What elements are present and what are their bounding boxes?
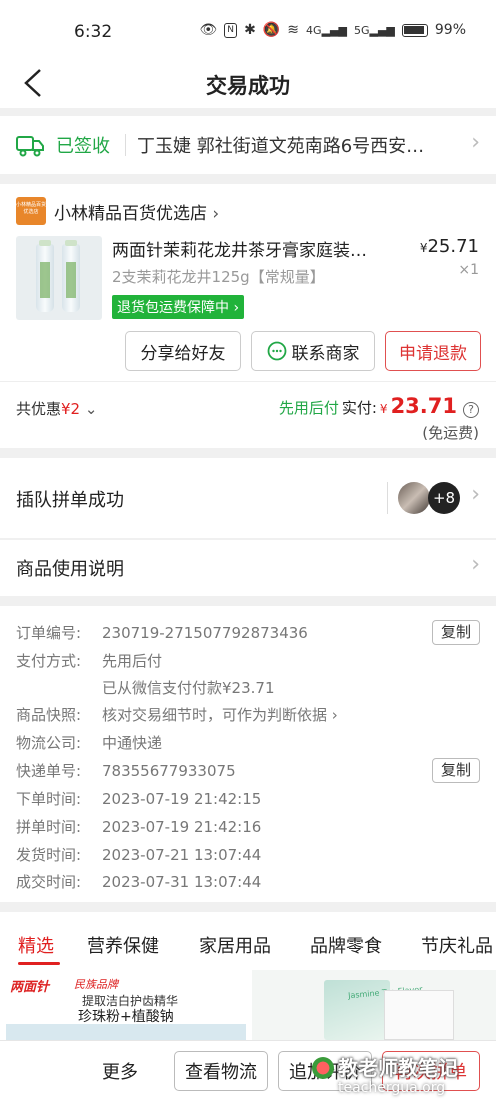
category-tabs: 精选 营养保健 家居用品 品牌零食 节庆礼品 [0, 912, 496, 970]
chevron-right-icon: › [471, 552, 480, 577]
view-logistics-button[interactable]: 查看物流 [174, 1051, 268, 1091]
usage-instructions-row[interactable]: 商品使用说明 › [0, 540, 496, 596]
shop-logo[interactable]: 小林精品百货优选店 [16, 197, 46, 225]
copy-order-no-button[interactable]: 复制 [432, 620, 480, 645]
usage-label: 商品使用说明 [16, 559, 124, 580]
battery-icon [401, 23, 428, 37]
share-button[interactable]: 分享给好友 [125, 331, 241, 371]
contact-seller-button[interactable]: 联系商家 [251, 331, 375, 371]
recommendation-strip: 两面针 民族品牌 提取洁白护齿精华 珍珠粉+植酸钠 Jasmine Tea Fl… [0, 970, 496, 1040]
divider [125, 134, 126, 156]
battery-percent: 99% [434, 22, 466, 38]
copy-tracking-no-button[interactable]: 复制 [432, 758, 480, 783]
page-title: 交易成功 [206, 74, 290, 98]
signal-icon-4g: 4G▂▄▆ [306, 23, 347, 37]
tab-nutrition[interactable]: 营养保健 [87, 932, 159, 958]
more-members-badge: +8 [428, 482, 460, 514]
tab-home[interactable]: 家居用品 [199, 932, 271, 958]
watermark-text: 教老师教笔记 [338, 1056, 458, 1080]
more-button[interactable]: 更多 [88, 1051, 152, 1091]
shop-name[interactable]: 小林精品百货优选店 › [54, 199, 219, 224]
eye-icon: 👁 [199, 22, 218, 38]
group-buy-card[interactable]: 插队拼单成功 +8 › [0, 458, 496, 538]
product-title[interactable]: 两面针茉莉花龙井茶牙膏家庭装… [112, 236, 400, 261]
recommendation-item[interactable]: 两面针 民族品牌 提取洁白护齿精华 珍珠粉+植酸钠 [6, 970, 246, 1040]
paid-amount: 23.71 [390, 394, 457, 418]
pay-later-label: 先用后付 [278, 399, 339, 417]
tab-gifts[interactable]: 节庆礼品 [421, 932, 493, 958]
status-bar: 6:32 👁 N ✱ 🔕 ≋ 4G▂▄▆ 5G▂▄▆ 99% [0, 0, 496, 60]
info-row-order-time: 下单时间: 2023-07-19 21:42:15 [16, 790, 262, 808]
chevron-right-icon: › [471, 482, 480, 507]
info-row-ship-time: 发货时间: 2023-07-21 13:07:44 [16, 846, 262, 864]
divider [387, 482, 388, 514]
info-row-order-no: 订单编号: 230719-271507792873436 [16, 624, 308, 642]
tab-featured[interactable]: 精选 [18, 932, 54, 958]
paid-amount-row: 先用后付 实付: ¥ 23.71 ? [279, 394, 479, 418]
tab-snacks[interactable]: 品牌零食 [310, 932, 382, 958]
info-row-deal-time: 成交时间: 2023-07-31 13:07:44 [16, 873, 262, 891]
brand-slogan: 民族品牌 [74, 978, 118, 991]
delivery-status: 已签收 [56, 136, 110, 157]
shipping-insurance-badge[interactable]: 退货包运费保障中 › [112, 295, 245, 319]
recommendation-item[interactable]: Jasmine Tea Flavor [252, 970, 496, 1040]
info-row-group-time: 拼单时间: 2023-07-19 21:42:16 [16, 818, 262, 836]
discount-summary[interactable]: 共优惠¥2 ⌄ [16, 398, 97, 419]
nfc-icon: N [224, 22, 238, 38]
delivery-card[interactable]: 已签收 丁玉婕 郭社街道文苑南路6号西安… › [0, 116, 496, 174]
product-quantity: ×1 [458, 262, 479, 278]
help-icon[interactable]: ? [463, 402, 479, 418]
divider [0, 381, 496, 382]
active-tab-indicator [18, 962, 60, 965]
status-time: 6:32 [74, 22, 113, 42]
info-row-payment: 支付方式: 先用后付 [16, 652, 163, 670]
chevron-right-icon: › [471, 130, 480, 155]
group-buy-label: 插队拼单成功 [16, 490, 124, 511]
bluetooth-icon: ✱ [244, 22, 256, 38]
watermark-logo-icon [312, 1057, 334, 1079]
mute-bell-icon: 🔕 [262, 22, 281, 38]
nav-bar: 交易成功 [0, 60, 496, 108]
product-spec: 2支茉莉花龙井125g【常规量】 [112, 268, 325, 286]
delivery-address: 丁玉婕 郭社街道文苑南路6号西安… [137, 136, 425, 157]
info-row-tracking-no: 快递单号: 78355677933075 [16, 762, 236, 780]
product-price: ¥25.71 [419, 236, 479, 257]
refund-button[interactable]: 申请退款 [385, 331, 481, 371]
info-row-payment-detail: 已从微信支付付款¥23.71 [102, 679, 275, 697]
truck-icon [16, 136, 44, 157]
order-info-card: 订单编号: 230719-271507792873436 复制 支付方式: 先用后付… [0, 606, 496, 902]
promo-line-2: 珍珠粉+植酸钠 [78, 1009, 174, 1025]
order-card: 小林精品百货优选店 小林精品百货优选店 › 两面针茉莉花龙井茶牙膏家庭装… ¥2… [0, 184, 496, 448]
paid-label: 实付: [341, 399, 377, 417]
watermark-url: teachergua.org [338, 1080, 446, 1096]
info-row-courier: 物流公司: 中通快递 [16, 734, 163, 752]
product-image[interactable] [16, 236, 102, 320]
signal-icon-5g: 5G▂▄▆ [353, 23, 395, 37]
avatar [398, 482, 430, 514]
chat-icon [267, 341, 286, 361]
status-icons: 👁 N ✱ 🔕 ≋ 4G▂▄▆ 5G▂▄▆ 99% [199, 22, 466, 38]
brand-logo: 两面针 [10, 980, 50, 995]
info-row-snapshot[interactable]: 商品快照: 核对交易细节时，可作为判断依据 › [16, 704, 338, 725]
free-shipping-note: (免运费) [422, 424, 479, 442]
wifi-icon: ≋ [287, 22, 300, 38]
